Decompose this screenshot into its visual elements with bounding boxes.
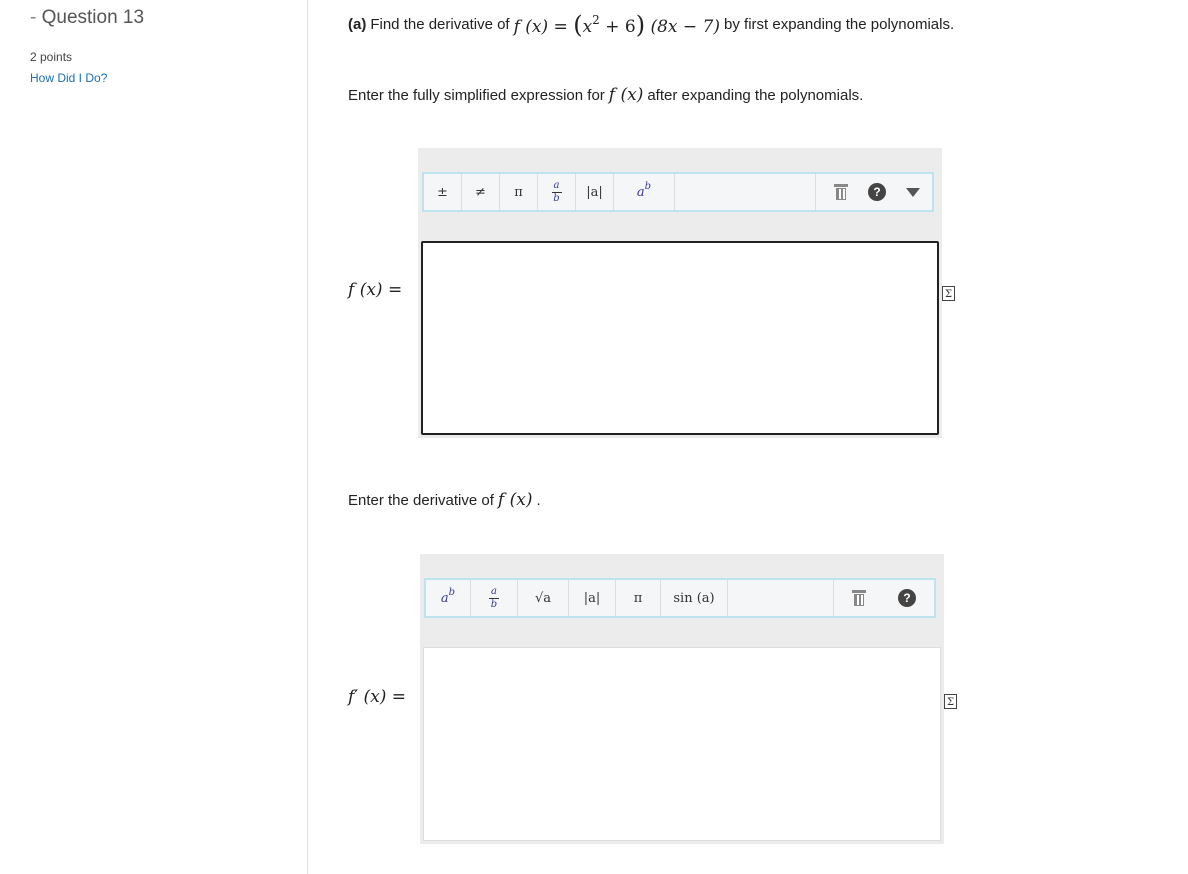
pi-button[interactable]: π [616,580,661,616]
fraction-denominator: b [553,192,560,204]
fraction-button[interactable]: a b [471,580,518,616]
fraction-denominator: b [490,598,498,610]
fprime-input-label: f′ (x) = [348,687,407,707]
absolute-value-button[interactable]: |a| [576,174,614,210]
help-icon[interactable]: ? [898,589,916,607]
trash-icon[interactable] [852,590,866,606]
prompt-b-expr: f (x) [608,85,644,105]
expr-x: x [582,16,593,37]
question-title[interactable]: - Question 13 [30,7,144,29]
prompt-expand: Enter the fully simplified expression fo… [348,82,863,108]
toolbar-actions: ? [816,174,932,210]
fraction-glyph: a b [489,585,499,610]
not-equal-button[interactable]: ≠ [462,174,500,210]
fraction-numerator: a [553,179,560,191]
question-title-text: Question 13 [41,7,145,28]
expr-second-factor: (8x − 7) [650,16,721,37]
how-did-i-do-link[interactable]: How Did I Do? [30,71,107,85]
points-label: 2 points [30,50,73,64]
fraction-glyph: a b [551,179,562,204]
prompt-b-text-after: after expanding the polynomials. [647,86,864,104]
derivative-editor: ab a b √a |a| π sin (a) ? [420,554,944,844]
expanded-expression-input[interactable] [421,241,939,435]
question-main: (a) Find the derivative of f (x) = (x2 +… [348,0,1168,874]
prompt-a-text-after: by first expanding the polynomials. [724,15,955,33]
fx-input-label: f (x) = [348,280,403,300]
help-icon[interactable]: ? [868,183,886,201]
toolbar-spacer [728,580,834,616]
prompt-derivative: Enter the derivative of f (x) . [348,487,541,513]
prompt-c-expr: f (x) [497,490,533,510]
toolbar-spacer [675,174,816,210]
power-exponent: b [448,586,456,598]
power-base: a [636,184,645,200]
power-button[interactable]: ab [614,174,675,210]
math-toolbar-2: ab a b √a |a| π sin (a) ? [424,578,936,618]
expr-lhs: f (x) = [513,16,568,37]
prompt-a-function-expression: f (x) = (x2 + 6) (8x − 7) [514,12,720,37]
prompt-part-a: (a) Find the derivative of f (x) = (x2 +… [348,10,954,38]
sigma-icon[interactable]: Σ [942,286,955,301]
question-sidebar: - Question 13 2 points How Did I Do? [0,0,308,874]
expr-open-paren: ( [573,10,583,39]
prompt-c-text-before: Enter the derivative of [348,491,494,509]
power-exponent: b [644,180,652,192]
toolbar-actions: ? [834,580,934,616]
prompt-c-text-after: . [536,491,541,509]
power-button[interactable]: ab [426,580,471,616]
prompt-a-text-before: Find the derivative of [370,15,510,33]
prompt-b-text-before: Enter the fully simplified expression fo… [348,86,605,104]
expr-plus-six: + 6 [605,16,636,37]
fraction-button[interactable]: a b [538,174,576,210]
plus-minus-button[interactable]: ± [424,174,462,210]
pi-button[interactable]: π [500,174,538,210]
part-label: (a) [348,15,367,33]
fraction-numerator: a [491,585,497,597]
caret-down-icon[interactable] [906,187,920,197]
absolute-value-button[interactable]: |a| [569,580,616,616]
expanded-expression-editor: ± ≠ π a b |a| ab ? [418,148,942,438]
power-base: a [440,590,449,606]
sin-button[interactable]: sin (a) [661,580,728,616]
derivative-input[interactable] [423,647,941,841]
sigma-icon[interactable]: Σ [944,694,957,709]
collapse-dash[interactable]: - [30,7,36,28]
math-toolbar-1: ± ≠ π a b |a| ab ? [422,172,934,212]
expr-close-paren: ) [635,10,646,39]
sqrt-button[interactable]: √a [518,580,569,616]
trash-icon[interactable] [834,184,848,200]
expr-exponent: 2 [592,12,600,27]
